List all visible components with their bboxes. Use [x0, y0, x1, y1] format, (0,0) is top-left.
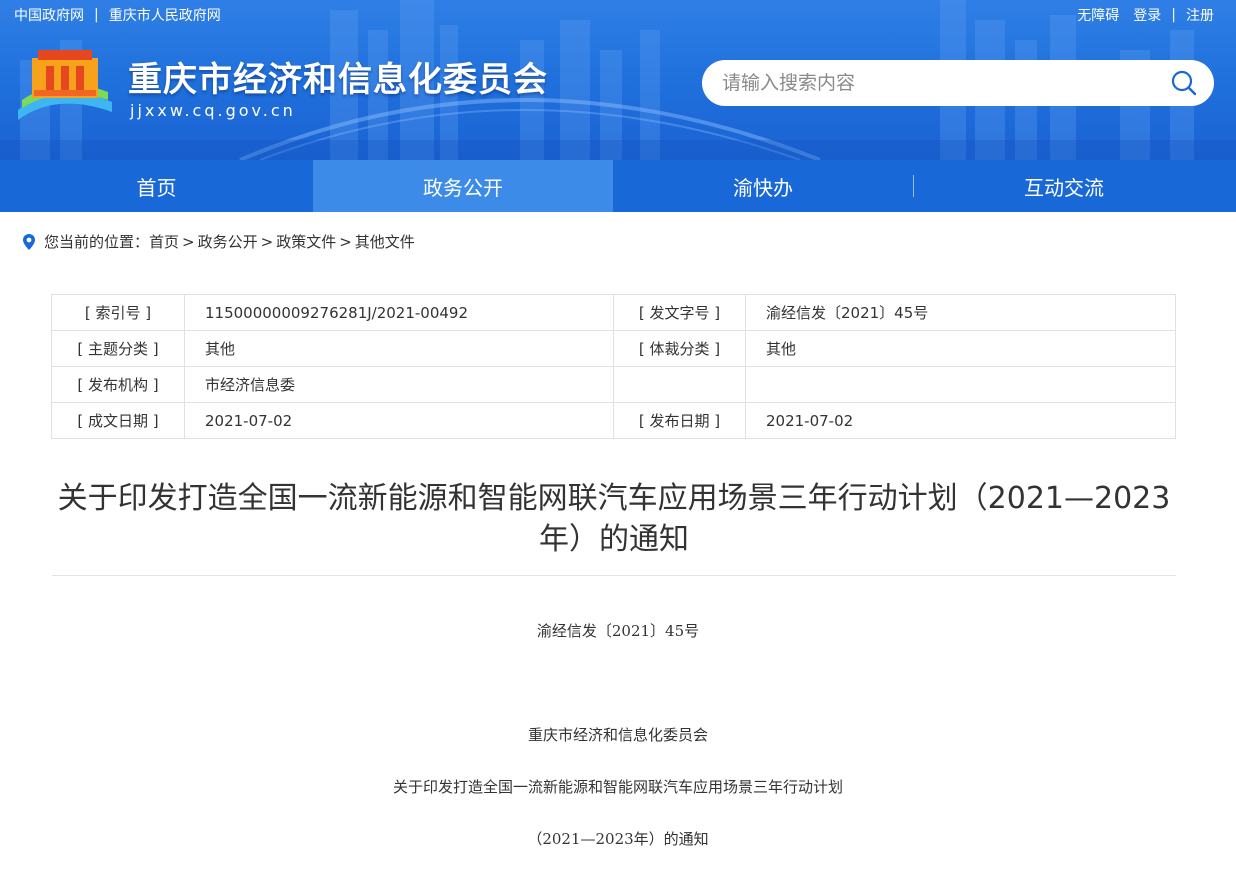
info-value-index: 11500000009276281J/2021-00492 — [184, 294, 614, 331]
nav-item-interaction[interactable]: 互动交流 — [914, 160, 1214, 212]
info-label-genre: [ 体裁分类 ] — [613, 330, 746, 367]
breadcrumb-gov-affairs[interactable]: 政务公开 — [198, 231, 258, 252]
title-divider — [52, 575, 1176, 576]
nav-item-gov-affairs[interactable]: 政务公开 — [313, 160, 613, 212]
article-heading-line2: （2021—2023年）的通知 — [527, 830, 709, 848]
nav-item-label: 政务公开 — [423, 175, 503, 200]
info-label-topic: [ 主题分类 ] — [51, 330, 185, 367]
user-links: 无障碍 登录 | 注册 — [1077, 5, 1214, 25]
breadcrumb: 您当前的位置： 首页 > 政务公开 > 政策文件 > 其他文件 — [22, 231, 415, 252]
article-heading-line1: 关于印发打造全国一流新能源和智能网联汽车应用场景三年行动计划 — [392, 778, 843, 796]
table-row: [ 主题分类 ] 其他 [ 体裁分类 ] 其他 — [51, 330, 1176, 367]
info-value-written-date: 2021-07-02 — [184, 402, 614, 439]
table-row: [ 索引号 ] 11500000009276281J/2021-00492 [ … — [51, 294, 1176, 331]
breadcrumb-arrow: > — [339, 232, 352, 251]
info-label-publish-date: [ 发布日期 ] — [613, 402, 746, 439]
search-icon[interactable] — [1170, 69, 1198, 97]
cq-gov-link[interactable]: 重庆市人民政府网 — [109, 5, 221, 25]
breadcrumb-arrow: > — [260, 232, 274, 251]
info-label-index: [ 索引号 ] — [51, 294, 185, 331]
info-value-topic: 其他 — [184, 330, 614, 367]
nav-item-yukuaiban[interactable]: 渝快办 — [613, 160, 913, 212]
info-label-empty — [613, 366, 746, 403]
document-info-table: [ 索引号 ] 11500000009276281J/2021-00492 [ … — [51, 294, 1176, 439]
search-input[interactable] — [722, 60, 1162, 106]
article-title-line1: 关于印发打造全国一流新能源和智能网联汽车应用场景三年行动计划（2021—2023 — [57, 481, 1171, 516]
article-title-line2: 年）的通知 — [539, 522, 689, 557]
nav-item-label: 首页 — [136, 175, 177, 200]
info-value-publish-date: 2021-07-02 — [745, 402, 1176, 439]
breadcrumb-policy-docs[interactable]: 政策文件 — [276, 231, 336, 252]
user-links-divider: | — [1171, 7, 1176, 23]
search-box — [702, 60, 1214, 106]
breadcrumb-prefix: 您当前的位置： — [44, 233, 150, 251]
site-header: 中国政府网 | 重庆市人民政府网 无障碍 登录 | 注册 重庆市经济和信息化委员… — [0, 0, 1236, 160]
nav-item-home[interactable]: 首页 — [0, 160, 313, 212]
login-link[interactable]: 登录 — [1133, 5, 1161, 25]
location-pin-icon — [23, 233, 35, 250]
info-label-publisher: [ 发布机构 ] — [51, 366, 185, 403]
info-value-publisher: 市经济信息委 — [184, 366, 614, 403]
site-title: 重庆市经济和信息化委员会 — [128, 60, 548, 100]
site-logo-icon[interactable] — [16, 40, 114, 126]
top-links: 中国政府网 | 重庆市人民政府网 — [14, 5, 221, 25]
table-row: [ 发布机构 ] 市经济信息委 — [51, 366, 1176, 403]
breadcrumb-arrow: > — [182, 232, 195, 251]
site-domain: jjxxw.cq.gov.cn — [130, 101, 296, 120]
nav-item-label: 渝快办 — [733, 175, 793, 200]
table-row: [ 成文日期 ] 2021-07-02 [ 发布日期 ] 2021-07-02 — [51, 402, 1176, 439]
article-doc-number: 渝经信发〔2021〕45号 — [536, 622, 700, 640]
gov-portal-link[interactable]: 中国政府网 — [14, 5, 84, 25]
info-value-doc-number: 渝经信发〔2021〕45号 — [745, 294, 1176, 331]
nav-item-label: 互动交流 — [1024, 175, 1104, 200]
article-title: 关于印发打造全国一流新能源和智能网联汽车应用场景三年行动计划（2021—2023… — [52, 478, 1176, 560]
main-nav: 首页 政务公开 渝快办 互动交流 — [0, 160, 1236, 212]
info-value-genre: 其他 — [745, 330, 1176, 367]
breadcrumb-other-docs[interactable]: 其他文件 — [355, 231, 415, 252]
breadcrumb-home[interactable]: 首页 — [149, 231, 179, 252]
register-link[interactable]: 注册 — [1186, 5, 1214, 25]
info-label-written-date: [ 成文日期 ] — [51, 402, 185, 439]
info-label-doc-number: [ 发文字号 ] — [613, 294, 746, 331]
info-value-empty — [745, 366, 1176, 403]
article-issuer: 重庆市经济和信息化委员会 — [527, 726, 708, 744]
top-links-divider: | — [94, 7, 99, 23]
accessibility-link[interactable]: 无障碍 — [1077, 5, 1119, 25]
